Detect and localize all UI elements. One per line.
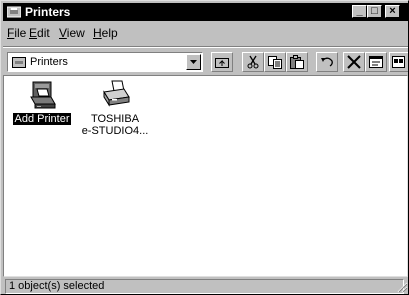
toolbar: Printers	[3, 49, 408, 75]
copy-button[interactable]	[264, 52, 286, 72]
up-folder-icon	[215, 58, 229, 68]
status-pane: 1 object(s) selected	[5, 279, 404, 294]
address-dropdown-button[interactable]	[186, 54, 201, 70]
large-icons-view-button[interactable]	[389, 52, 408, 72]
menu-separator	[3, 46, 408, 48]
address-value: Printers	[30, 56, 68, 68]
paste-icon	[290, 55, 304, 69]
printers-folder-icon	[12, 57, 26, 68]
status-bar: 1 object(s) selected	[3, 278, 408, 294]
address-combobox[interactable]: Printers	[7, 52, 203, 72]
maximize-button[interactable]: □	[367, 5, 382, 18]
undo-button[interactable]	[316, 52, 338, 72]
cut-icon	[247, 55, 259, 69]
add-printer-icon	[30, 81, 56, 109]
menu-help[interactable]: Help	[93, 26, 118, 40]
chevron-down-icon	[190, 60, 197, 64]
minimize-button[interactable]: _	[352, 5, 367, 18]
copy-icon	[268, 56, 282, 69]
resize-grip-icon[interactable]	[396, 281, 408, 293]
delete-button[interactable]	[343, 52, 365, 72]
list-item-toshiba-printer[interactable]: TOSHIBA e-STUDIO4...	[80, 79, 150, 137]
toshiba-printer-label-line1: TOSHIBA	[90, 113, 140, 125]
menu-bar: File Edit View Help	[3, 23, 408, 43]
title-bar[interactable]: Printers _ □ ×	[3, 3, 408, 21]
printer-icon	[103, 80, 130, 107]
add-printer-label: Add Printer	[13, 113, 71, 125]
toshiba-printer-label-line2: e-STUDIO4...	[81, 125, 149, 137]
window-title: Printers	[25, 5, 71, 19]
delete-icon	[347, 55, 361, 69]
properties-icon	[369, 56, 383, 68]
menu-file[interactable]: File	[7, 26, 26, 40]
large-icons-view-icon	[392, 56, 405, 68]
printers-folder-icon	[7, 6, 21, 18]
printers-window: Printers _ □ × File Edit View Help Print…	[0, 0, 409, 295]
list-item-add-printer[interactable]: Add Printer	[7, 79, 77, 125]
printers-list-view[interactable]: Add Printer TOSHIBA e-STUDIO4...	[3, 75, 408, 277]
status-text: 1 object(s) selected	[9, 280, 105, 292]
cut-button[interactable]	[242, 52, 264, 72]
menu-view[interactable]: View	[59, 26, 85, 40]
menu-edit[interactable]: Edit	[29, 26, 50, 40]
close-button[interactable]: ×	[385, 5, 400, 18]
properties-button[interactable]	[365, 52, 387, 72]
undo-icon	[321, 57, 333, 67]
up-folder-button[interactable]	[211, 52, 233, 72]
paste-button[interactable]	[286, 52, 308, 72]
